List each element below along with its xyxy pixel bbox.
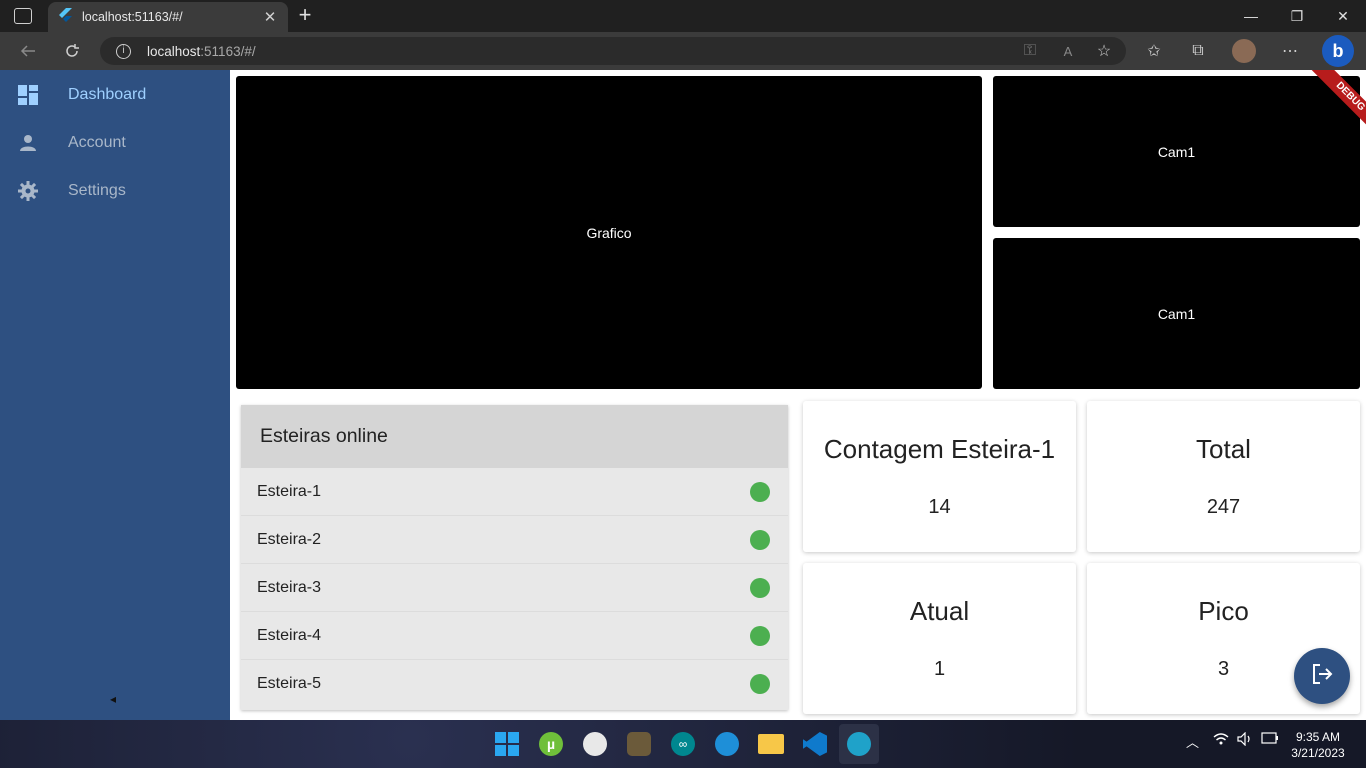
online-list-title: Esteiras online (241, 405, 788, 468)
list-item[interactable]: Esteira-2 (241, 516, 788, 564)
utorrent-icon[interactable]: µ (531, 724, 571, 764)
list-item-label: Esteira-5 (257, 675, 322, 692)
tab-close-icon[interactable]: ✕ (262, 8, 278, 26)
status-dot (750, 625, 770, 646)
sidebar: Dashboard Account Settings (0, 70, 230, 720)
tab-title: localhost:51163/#/ (82, 10, 183, 24)
more-icon[interactable]: ⋯ (1276, 37, 1304, 65)
status-dot (750, 674, 770, 694)
new-tab-button[interactable]: + (294, 4, 316, 26)
online-list-panel: Esteiras online Esteira-1 Esteira-2 Este… (241, 405, 788, 710)
clock-date: 3/21/2023 (1291, 746, 1345, 760)
collapse-sidebar-icon[interactable]: ◂ (110, 692, 116, 706)
list-item[interactable]: Esteira-3 (241, 564, 788, 612)
stat-card-title: Total (1196, 434, 1251, 464)
tab-actions-icon[interactable] (14, 8, 32, 24)
file-explorer-icon[interactable] (751, 724, 791, 764)
minimize-button[interactable]: — (1228, 0, 1274, 32)
chart-label: Grafico (586, 224, 632, 241)
app-icon[interactable] (575, 724, 615, 764)
site-info-icon[interactable]: i (116, 43, 131, 59)
address-bar[interactable]: i localhost:51163/#/ (100, 37, 1126, 65)
stat-card-value: 247 (1206, 496, 1241, 518)
dashboard-icon (17, 85, 39, 105)
stat-card-contagem: Contagem Esteira-1 14 (803, 401, 1076, 552)
read-aloud-icon[interactable]: A (1054, 37, 1082, 65)
camera-panel-bottom: Cam1 (993, 238, 1360, 389)
logout-button[interactable] (1294, 648, 1350, 704)
reload-icon[interactable] (58, 37, 86, 65)
status-dot (750, 529, 770, 550)
stat-card-title: Atual (909, 596, 970, 626)
sidebar-item-account[interactable]: Account (0, 121, 230, 165)
edge-dev-icon[interactable] (839, 724, 879, 764)
profile-avatar[interactable] (1232, 39, 1256, 63)
stat-card-title: Pico (1198, 596, 1249, 626)
volume-icon[interactable] (1237, 731, 1253, 749)
flutter-icon (58, 7, 72, 27)
stat-card-atual: Atual 1 (803, 563, 1076, 714)
sidebar-item-settings[interactable]: Settings (0, 169, 230, 213)
bing-icon[interactable]: b (1322, 35, 1354, 67)
person-icon (17, 134, 39, 152)
tray-chevron-icon[interactable]: ︿ (1186, 732, 1199, 751)
chart-panel: Grafico (236, 76, 982, 389)
back-icon[interactable] (14, 37, 42, 65)
url-path: :51163/#/ (200, 43, 256, 59)
stat-card-title: Contagem Esteira-1 (823, 434, 1056, 464)
sidebar-item-dashboard[interactable]: Dashboard (0, 73, 230, 117)
list-item[interactable]: Esteira-1 (241, 468, 788, 516)
window-close-button[interactable]: ✕ (1320, 0, 1366, 32)
list-item-label: Esteira-4 (257, 626, 322, 644)
stat-card-total: Total 247 (1087, 401, 1360, 552)
restore-button[interactable]: ❐ (1274, 0, 1320, 32)
camera-label: Cam1 (1157, 143, 1196, 160)
collections-icon[interactable]: ⧉ (1184, 37, 1212, 65)
list-item-label: Esteira-3 (257, 578, 322, 596)
stat-card-value: 1 (933, 658, 946, 680)
url-host: localhost (147, 43, 201, 59)
stat-card-value: 14 (928, 496, 951, 518)
vscode-icon[interactable] (795, 724, 835, 764)
status-dot (750, 577, 770, 598)
camera-label: Cam1 (1157, 305, 1196, 322)
browser-tab[interactable]: localhost:51163/#/ ✕ (48, 2, 288, 32)
system-clock[interactable]: 9:35 AM 3/21/2023 (1288, 729, 1348, 761)
gear-icon (17, 181, 39, 201)
logout-icon (1310, 662, 1334, 691)
add-favorite-icon[interactable]: ☆ (1090, 37, 1118, 65)
list-item-label: Esteira-2 (257, 530, 322, 548)
sidebar-item-label: Account (68, 134, 126, 151)
arduino-icon[interactable]: ∞ (663, 724, 703, 764)
debug-banner: DEBUG (1296, 70, 1366, 140)
list-item[interactable]: Esteira-5 (241, 660, 788, 708)
wifi-icon[interactable] (1213, 732, 1229, 749)
windows-start-icon[interactable] (487, 724, 527, 764)
key-icon[interactable]: ⚿ (1016, 37, 1044, 65)
app-icon[interactable] (619, 724, 659, 764)
status-dot (750, 481, 770, 502)
favorites-icon[interactable]: ✩ (1140, 37, 1168, 65)
sidebar-item-label: Settings (68, 182, 126, 199)
edge-icon[interactable] (707, 724, 747, 764)
list-item-label: Esteira-1 (257, 482, 322, 500)
sidebar-item-label: Dashboard (68, 86, 147, 103)
list-item[interactable]: Esteira-4 (241, 612, 788, 660)
debug-banner-label: DEBUG (1308, 70, 1366, 139)
clock-time: 9:35 AM (1295, 730, 1341, 744)
battery-icon[interactable] (1261, 732, 1279, 747)
